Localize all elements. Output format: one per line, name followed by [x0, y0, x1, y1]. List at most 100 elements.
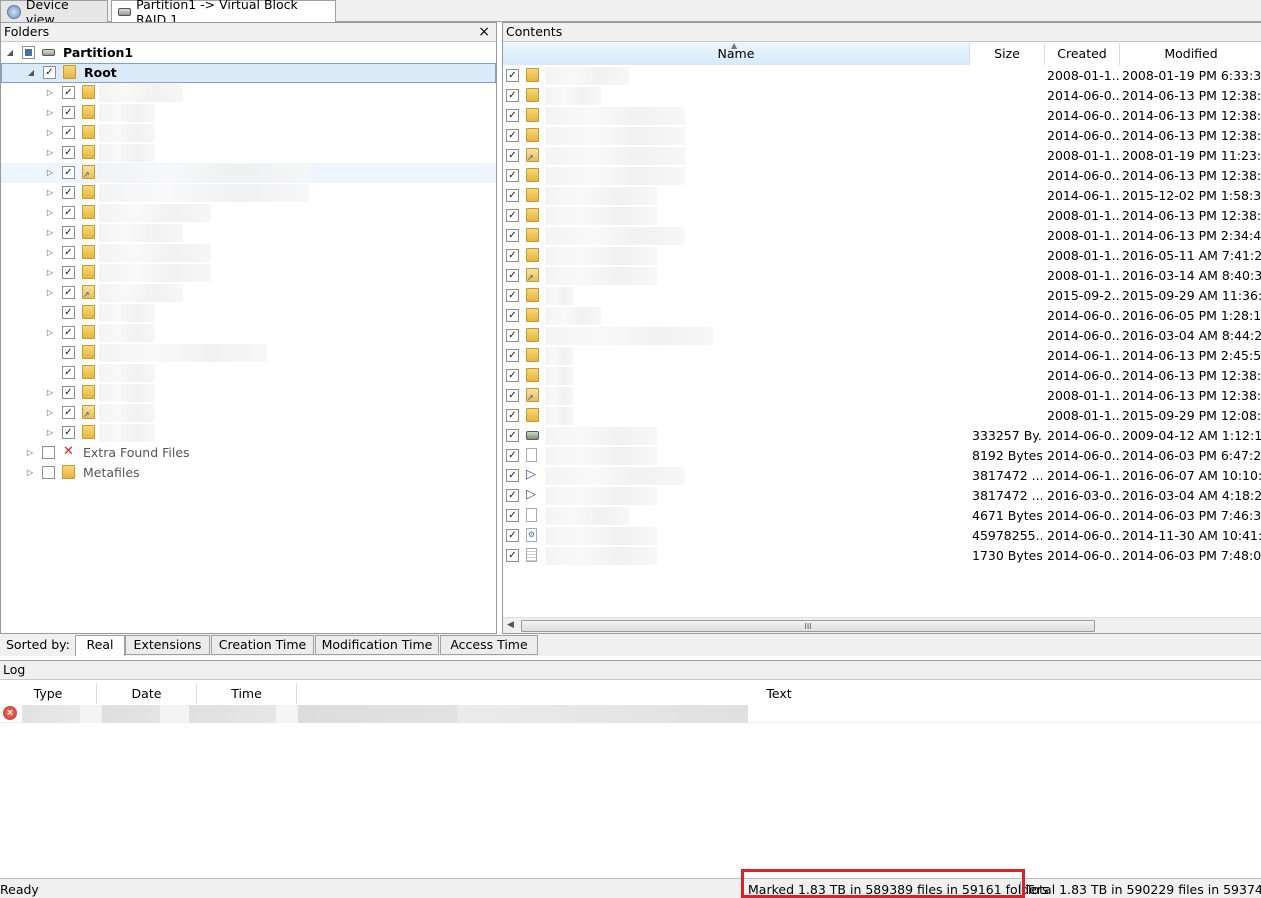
expand-arrow-icon[interactable]: ▷: [45, 108, 55, 118]
column-header-modified[interactable]: Modified: [1120, 43, 1261, 65]
content-row[interactable]: ✓ ▷ 3817472 ... 2014-06-1... 2016-06-07 AM 1…: [503, 466, 1261, 486]
tree-row[interactable]: ▷ ✓: [1, 383, 496, 403]
tree-row[interactable]: ▷ ✓: [1, 423, 496, 443]
tree-row[interactable]: ▷ ✓: [1, 183, 496, 203]
row-checkbox[interactable]: ✓: [506, 329, 519, 342]
row-checkbox[interactable]: ✓: [506, 489, 519, 502]
row-checkbox[interactable]: ✓: [506, 249, 519, 262]
content-row[interactable]: ✓ 2008-01-1... 2016-05-11 AM 7:41:20: [503, 246, 1261, 266]
log-row[interactable]: ×: [0, 704, 1261, 723]
column-header-name[interactable]: ▲ Name: [503, 41, 970, 65]
row-checkbox[interactable]: ✓: [506, 449, 519, 462]
log-column-text[interactable]: Text: [297, 683, 1261, 704]
tree-checkbox[interactable]: ✓: [62, 286, 75, 299]
tree-checkbox[interactable]: [42, 446, 55, 459]
row-checkbox[interactable]: ✓: [506, 229, 519, 242]
tree-checkbox[interactable]: [22, 46, 35, 59]
content-row[interactable]: ✓ ▷ 3817472 ... 2016-03-0... 2016-03-04 AM 4…: [503, 486, 1261, 506]
expand-arrow-icon[interactable]: ▷: [45, 428, 55, 438]
content-row[interactable]: ✓ 2014-06-0... 2016-06-05 PM 1:28:19: [503, 306, 1261, 326]
row-checkbox[interactable]: ✓: [506, 469, 519, 482]
expand-arrow-icon[interactable]: ▷: [45, 388, 55, 398]
content-row[interactable]: ✓ 1730 Bytes 2014-06-0... 2014-06-03 PM 7:4…: [503, 546, 1261, 566]
tree-row[interactable]: ▷ ✕ Extra Found Files: [1, 443, 496, 463]
tree-checkbox[interactable]: ✓: [62, 346, 75, 359]
sort-tab-extensions[interactable]: Extensions: [125, 635, 210, 655]
content-row[interactable]: ✓ 2014-06-1... 2014-06-13 PM 2:45:50: [503, 346, 1261, 366]
tree-row[interactable]: ✓: [1, 303, 496, 323]
content-row[interactable]: ✓ ⚙ 45978255... 2014-06-0... 2014-11-30 AM 1…: [503, 526, 1261, 546]
scroll-left-icon[interactable]: ◀: [507, 620, 514, 630]
column-header-size[interactable]: Size: [970, 43, 1045, 65]
content-row[interactable]: ✓ ↗ 2008-01-1...2014-06-13 PM 12:38:33: [503, 386, 1261, 406]
sort-tab-modification-time[interactable]: Modification Time: [315, 635, 439, 655]
row-checkbox[interactable]: ✓: [506, 409, 519, 422]
content-row[interactable]: ✓ 2014-06-0... 2016-03-04 AM 8:44:26: [503, 326, 1261, 346]
content-row[interactable]: ✓ 333257 By... 2014-06-0...2009-04-12 AM 1…: [503, 426, 1261, 446]
tree-checkbox[interactable]: ✓: [62, 86, 75, 99]
content-row[interactable]: ✓ 2014-06-0...2014-06-13 PM 12:38:33: [503, 86, 1261, 106]
tree-row[interactable]: ▷ ✓: [1, 143, 496, 163]
tree-checkbox[interactable]: ✓: [62, 146, 75, 159]
tree-row[interactable]: ▷ ✓ ↗: [1, 163, 496, 183]
tree-checkbox[interactable]: ✓: [62, 166, 75, 179]
row-checkbox[interactable]: ✓: [506, 149, 519, 162]
content-row[interactable]: ✓ 2014-06-0...2014-06-13 PM 12:38:33: [503, 366, 1261, 386]
tree-row[interactable]: ▷ ✓: [1, 323, 496, 343]
expand-arrow-icon[interactable]: ▷: [45, 408, 55, 418]
tree-checkbox[interactable]: ✓: [62, 386, 75, 399]
tab-device-view[interactable]: Device view: [0, 0, 108, 27]
tree-row[interactable]: ▷ ✓: [1, 263, 496, 283]
horizontal-scrollbar[interactable]: ◀ III: [503, 617, 1261, 633]
tree-row[interactable]: ▷ ✓: [1, 243, 496, 263]
row-checkbox[interactable]: ✓: [506, 309, 519, 322]
expand-arrow-icon[interactable]: ▷: [45, 208, 55, 218]
content-row[interactable]: ✓ ↗ 2008-01-1... 2016-03-14 AM 8:40:34: [503, 266, 1261, 286]
tree-checkbox[interactable]: ✓: [62, 206, 75, 219]
row-checkbox[interactable]: ✓: [506, 69, 519, 82]
row-checkbox[interactable]: ✓: [506, 169, 519, 182]
log-column-type[interactable]: Type: [0, 683, 97, 704]
close-icon[interactable]: ×: [478, 23, 490, 41]
tree-checkbox[interactable]: ✓: [62, 406, 75, 419]
tree-checkbox[interactable]: ✓: [62, 266, 75, 279]
collapse-arrow-icon[interactable]: ◢: [5, 48, 15, 58]
content-row[interactable]: ✓ 8192 Bytes 2014-06-0... 2014-06-03 PM 6:4…: [503, 446, 1261, 466]
row-checkbox[interactable]: ✓: [506, 269, 519, 282]
row-checkbox[interactable]: ✓: [506, 109, 519, 122]
tree-row[interactable]: ✓: [1, 363, 496, 383]
tree-row[interactable]: ▷ Metafiles: [1, 463, 496, 483]
row-checkbox[interactable]: ✓: [506, 129, 519, 142]
row-checkbox[interactable]: ✓: [506, 549, 519, 562]
collapse-arrow-icon[interactable]: ◢: [26, 68, 36, 78]
sort-tab-access-time[interactable]: Access Time: [440, 635, 538, 655]
expand-arrow-icon[interactable]: ▷: [45, 88, 55, 98]
tab-partition-view[interactable]: Partition1 -> Virtual Block RAID 1: [111, 0, 336, 27]
tree-checkbox[interactable]: ✓: [62, 426, 75, 439]
tree-row[interactable]: ▷ ✓: [1, 83, 496, 103]
tree-row[interactable]: ▷ ✓ ↗: [1, 403, 496, 423]
tree-row[interactable]: ▷ ✓: [1, 103, 496, 123]
content-row[interactable]: ✓ 2014-06-1... 2015-12-02 PM 1:58:31: [503, 186, 1261, 206]
sort-tab-creation-time[interactable]: Creation Time: [211, 635, 314, 655]
content-row[interactable]: ✓ 2014-06-0...2014-06-13 PM 12:38:33: [503, 126, 1261, 146]
log-column-time[interactable]: Time: [197, 683, 297, 704]
content-row[interactable]: ✓ 2014-06-0...2014-06-13 PM 12:38:33: [503, 166, 1261, 186]
expand-arrow-icon[interactable]: ▷: [45, 128, 55, 138]
tree-checkbox[interactable]: ✓: [62, 246, 75, 259]
tree-row[interactable]: ▷ ✓: [1, 223, 496, 243]
row-checkbox[interactable]: ✓: [506, 509, 519, 522]
expand-arrow-icon[interactable]: ▷: [45, 248, 55, 258]
tree-checkbox[interactable]: ✓: [43, 66, 56, 79]
expand-arrow-icon[interactable]: ▷: [45, 228, 55, 238]
sort-tab-real[interactable]: Real: [75, 635, 125, 656]
tree-checkbox[interactable]: ✓: [62, 326, 75, 339]
expand-arrow-icon[interactable]: ▷: [45, 168, 55, 178]
tree-row[interactable]: ▷ ✓ ↗: [1, 283, 496, 303]
tree-checkbox[interactable]: [42, 466, 55, 479]
row-checkbox[interactable]: ✓: [506, 209, 519, 222]
expand-arrow-icon[interactable]: ▷: [45, 288, 55, 298]
expand-arrow-icon[interactable]: ▷: [45, 148, 55, 158]
tree-row[interactable]: ▷ ✓: [1, 123, 496, 143]
tree-checkbox[interactable]: ✓: [62, 226, 75, 239]
